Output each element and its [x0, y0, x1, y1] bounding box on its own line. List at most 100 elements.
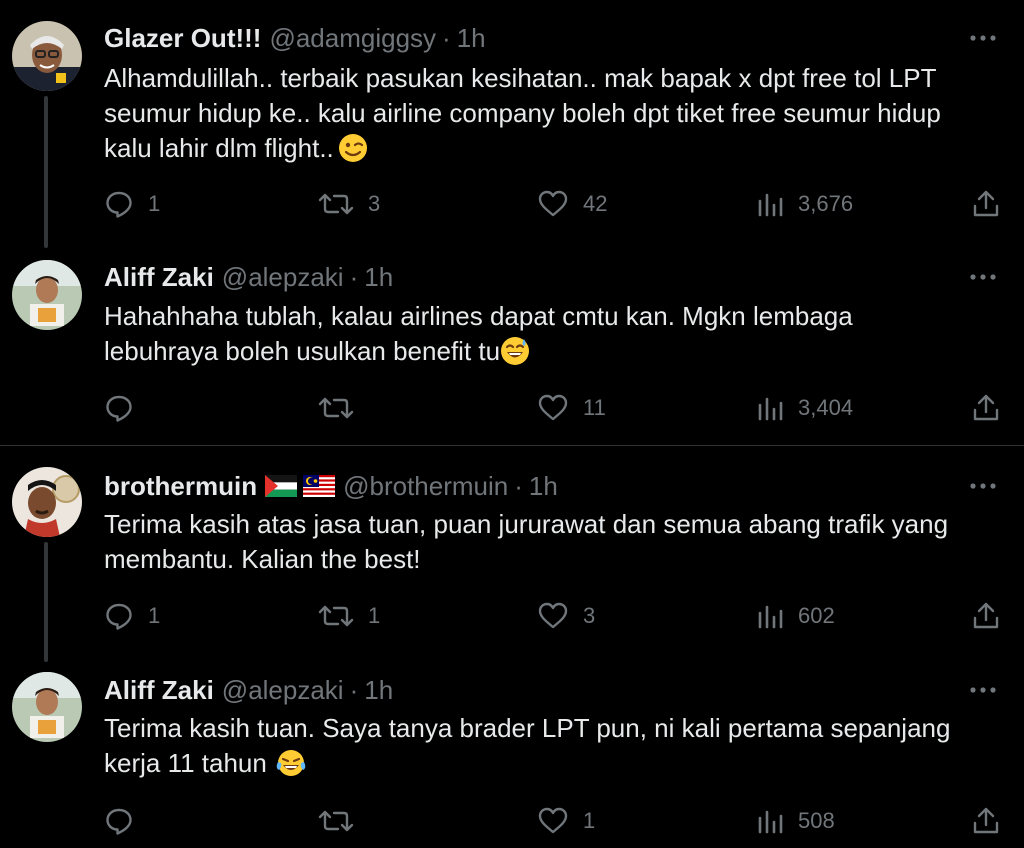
views-icon	[758, 193, 783, 217]
reply-button[interactable]	[104, 804, 148, 838]
tweet-text-line: Alhamdulillah.. terbaik pasukan kesihata…	[104, 63, 937, 93]
views-icon	[758, 605, 783, 629]
share-icon	[973, 602, 999, 629]
winking-face-icon	[338, 133, 368, 172]
reply-icon	[106, 603, 132, 630]
retweet-icon	[318, 193, 354, 215]
thread-line	[44, 96, 48, 248]
tweet-text-line: seumur hidup ke.. kalu airline company b…	[104, 98, 941, 128]
tweet[interactable]: Aliff Zaki @alepzaki · 1h Hahahhaha tubl…	[0, 240, 1024, 445]
more-icon[interactable]	[968, 471, 998, 501]
palestine-flag-icon	[265, 475, 298, 497]
like-count: 1	[583, 808, 596, 833]
tweet[interactable]: Glazer Out!!! @adamgiggsy · 1h Alhamduli…	[0, 0, 1024, 248]
reply-button[interactable]	[104, 391, 148, 425]
avatar[interactable]	[12, 260, 82, 330]
tweet-text-line: kerja 11 tahun	[104, 746, 994, 787]
more-icon[interactable]	[968, 675, 998, 705]
tweet-text-line: membantu. Kalian the best!	[104, 544, 421, 574]
tweet-text-line: Terima kasih tuan. Saya tanya brader LPT…	[104, 713, 951, 743]
tweet-actions: 11 3,404	[104, 391, 1004, 425]
author-name[interactable]: Aliff Zaki	[104, 675, 214, 706]
more-icon[interactable]	[968, 23, 998, 53]
retweet-count: 3	[368, 191, 381, 216]
share-button[interactable]	[971, 599, 1001, 633]
views-count: 3,676	[798, 191, 854, 216]
heart-icon	[538, 190, 568, 217]
share-button[interactable]	[971, 804, 1001, 838]
tweet-text-line-text: lebuhraya boleh usulkan benefit tu	[104, 336, 501, 366]
views-count: 602	[798, 603, 835, 628]
author-flags	[265, 475, 336, 497]
retweet-button[interactable]: 3	[318, 187, 380, 221]
avatar[interactable]	[12, 467, 82, 537]
tweet-text-line-text: kalu lahir dlm flight..	[104, 133, 334, 163]
retweet-button[interactable]	[318, 804, 368, 838]
tweet-text: Terima kasih atas jasa tuan, puan jurura…	[104, 507, 994, 577]
share-icon	[973, 807, 999, 834]
tweet-text: Alhamdulillah.. terbaik pasukan kesihata…	[104, 61, 994, 172]
retweet-button[interactable]: 1	[318, 599, 380, 633]
views-icon	[758, 810, 783, 834]
author-handle[interactable]: @brothermuin	[343, 471, 508, 502]
like-button[interactable]: 3	[537, 599, 595, 633]
author-name[interactable]: brothermuin	[104, 471, 257, 502]
tweet-text-line: lebuhraya boleh usulkan benefit tu	[104, 334, 994, 375]
separator-dot: ·	[349, 674, 359, 705]
retweet-button[interactable]	[318, 391, 368, 425]
views-button[interactable]: 508	[756, 804, 835, 838]
timestamp[interactable]: 1h	[529, 471, 558, 502]
reply-icon	[106, 191, 132, 218]
grinning-face-with-sweat-icon	[500, 336, 530, 375]
timestamp[interactable]: 1h	[457, 23, 486, 54]
author-handle[interactable]: @alepzaki	[222, 262, 344, 293]
author-name[interactable]: Aliff Zaki	[104, 262, 214, 293]
tweet-text-line: kalu lahir dlm flight..	[104, 131, 994, 172]
tweet-actions: 1 1 3 602	[104, 599, 1004, 633]
author-name[interactable]: Glazer Out!!!	[104, 23, 261, 54]
separator-dot: ·	[442, 22, 451, 53]
like-button[interactable]: 1	[537, 804, 595, 838]
tweet-text-line: Hahahhaha tublah, kalau airlines dapat c…	[104, 301, 853, 331]
author-handle[interactable]: @alepzaki	[222, 675, 344, 706]
share-button[interactable]	[971, 187, 1001, 221]
thread-line	[44, 542, 48, 662]
tweet-actions: 1 3 42 3,676	[104, 187, 1004, 221]
reply-button[interactable]: 1	[104, 187, 160, 221]
malaysia-flag-icon	[303, 475, 336, 497]
views-button[interactable]: 3,676	[756, 187, 853, 221]
author-handle[interactable]: @adamgiggsy	[269, 23, 436, 54]
timestamp[interactable]: 1h	[364, 675, 393, 706]
reply-count: 1	[148, 191, 161, 216]
like-button[interactable]: 42	[537, 187, 607, 221]
views-count: 3,404	[798, 395, 854, 420]
views-button[interactable]: 602	[756, 599, 835, 633]
reply-icon	[106, 808, 132, 835]
views-icon	[758, 397, 783, 421]
tweet-header: Glazer Out!!! @adamgiggsy · 1h	[104, 21, 486, 55]
reply-icon	[106, 395, 132, 422]
share-icon	[973, 190, 999, 217]
tweet[interactable]: brothermuin @brothermuin · 1h Terima kas…	[0, 446, 1024, 662]
avatar[interactable]	[12, 21, 82, 91]
avatar[interactable]	[12, 672, 82, 742]
tweet-text: Hahahhaha tublah, kalau airlines dapat c…	[104, 299, 994, 375]
retweet-icon	[318, 397, 354, 419]
retweet-count: 1	[368, 603, 381, 628]
like-count: 11	[583, 395, 606, 420]
reply-button[interactable]: 1	[104, 599, 160, 633]
share-icon	[973, 394, 999, 421]
tweet-text-line: Terima kasih atas jasa tuan, puan jurura…	[104, 509, 949, 539]
timestamp[interactable]: 1h	[364, 262, 393, 293]
separator-dot: ·	[349, 261, 359, 292]
face-with-tears-of-joy-icon	[275, 748, 307, 787]
reply-count: 1	[148, 603, 161, 628]
share-button[interactable]	[971, 391, 1001, 425]
like-count: 3	[583, 603, 596, 628]
like-button[interactable]: 11	[537, 391, 606, 425]
tweet[interactable]: Aliff Zaki @alepzaki · 1h Terima kasih t…	[0, 652, 1024, 848]
separator-dot: ·	[514, 470, 523, 501]
more-icon[interactable]	[968, 262, 998, 292]
views-button[interactable]: 3,404	[756, 391, 853, 425]
like-count: 42	[583, 191, 608, 216]
